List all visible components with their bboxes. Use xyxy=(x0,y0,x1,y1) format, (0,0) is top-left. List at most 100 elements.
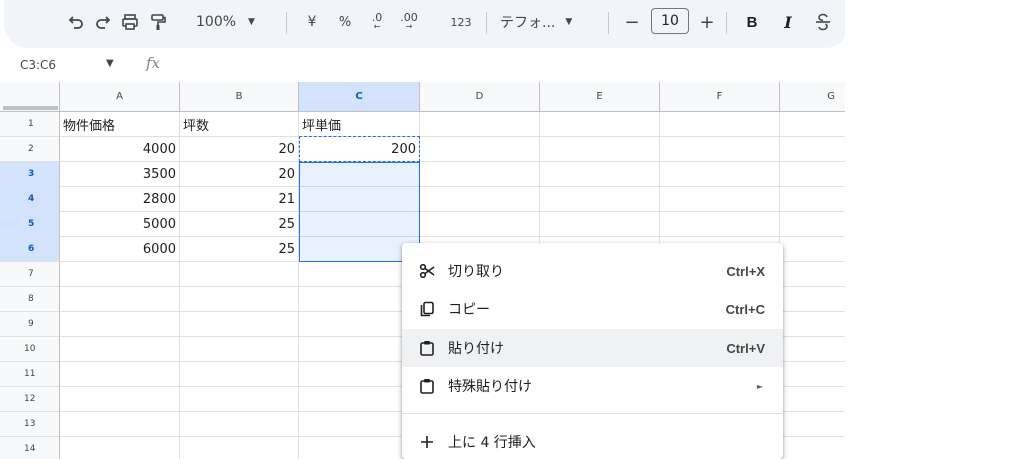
currency-format-button[interactable]: ¥ xyxy=(304,10,320,34)
cell-d5[interactable] xyxy=(420,212,540,237)
cell-a12[interactable] xyxy=(60,387,180,412)
row-header-3[interactable]: 3 xyxy=(0,162,60,187)
cell-b10[interactable] xyxy=(180,337,299,362)
select-all-corner[interactable] xyxy=(0,82,60,112)
cell-a8[interactable] xyxy=(60,287,180,312)
paint-format-button[interactable] xyxy=(146,10,170,34)
cell-c4[interactable] xyxy=(299,187,420,212)
cell-a7[interactable] xyxy=(60,262,180,287)
column-header-c[interactable]: C xyxy=(299,82,420,112)
cell-b9[interactable] xyxy=(180,312,299,337)
cell-g7[interactable] xyxy=(780,262,845,287)
column-header-b[interactable]: B xyxy=(180,82,299,112)
cell-g5[interactable] xyxy=(780,212,845,237)
cell-d1[interactable] xyxy=(420,112,540,137)
cell-g14[interactable] xyxy=(780,437,845,459)
cell-g2[interactable] xyxy=(780,137,845,162)
cell-e1[interactable] xyxy=(540,112,660,137)
row-header-2[interactable]: 2 xyxy=(0,137,60,162)
row-header-1[interactable]: 1 xyxy=(0,112,60,137)
row-header-10[interactable]: 10 xyxy=(0,337,60,362)
cell-a10[interactable] xyxy=(60,337,180,362)
cell-c1[interactable]: 坪単価 xyxy=(299,112,420,137)
column-header-d[interactable]: D xyxy=(420,82,540,112)
cell-a4[interactable]: 2800 xyxy=(60,187,180,212)
cell-g4[interactable] xyxy=(780,187,845,212)
name-box-dropdown-icon[interactable]: ▼ xyxy=(106,58,114,69)
undo-button[interactable] xyxy=(64,10,88,34)
cell-a6[interactable]: 6000 xyxy=(60,237,180,262)
cell-a11[interactable] xyxy=(60,362,180,387)
redo-button[interactable] xyxy=(91,10,115,34)
cell-a2[interactable]: 4000 xyxy=(60,137,180,162)
row-header-12[interactable]: 12 xyxy=(0,387,60,412)
cell-g9[interactable] xyxy=(780,312,845,337)
cell-a14[interactable] xyxy=(60,437,180,459)
column-header-g[interactable]: G xyxy=(780,82,845,112)
column-header-e[interactable]: E xyxy=(540,82,660,112)
cell-b13[interactable] xyxy=(180,412,299,437)
menu-item-cut[interactable]: 切り取り Ctrl+X xyxy=(402,252,783,290)
font-size-increase-button[interactable]: + xyxy=(697,10,717,34)
cell-a5[interactable]: 5000 xyxy=(60,212,180,237)
cell-f4[interactable] xyxy=(660,187,780,212)
cell-d2[interactable] xyxy=(420,137,540,162)
menu-item-paste-special[interactable]: 特殊貼り付け ► xyxy=(402,367,783,405)
row-header-9[interactable]: 9 xyxy=(0,312,60,337)
cell-g13[interactable] xyxy=(780,412,845,437)
cell-b14[interactable] xyxy=(180,437,299,459)
cell-g3[interactable] xyxy=(780,162,845,187)
cell-b8[interactable] xyxy=(180,287,299,312)
cell-b2[interactable]: 20 xyxy=(180,137,299,162)
bold-button[interactable]: B xyxy=(742,10,762,34)
column-header-a[interactable]: A xyxy=(60,82,180,112)
column-header-f[interactable]: F xyxy=(660,82,780,112)
row-header-11[interactable]: 11 xyxy=(0,362,60,387)
cell-b11[interactable] xyxy=(180,362,299,387)
font-size-decrease-button[interactable]: − xyxy=(622,10,642,34)
cell-b7[interactable] xyxy=(180,262,299,287)
cell-f2[interactable] xyxy=(660,137,780,162)
cell-c2[interactable]: 200 xyxy=(299,137,420,162)
zoom-select[interactable]: 100% ▼ xyxy=(196,10,276,34)
cell-b5[interactable]: 25 xyxy=(180,212,299,237)
cell-b12[interactable] xyxy=(180,387,299,412)
cell-g10[interactable] xyxy=(780,337,845,362)
menu-item-insert-rows-above[interactable]: 上に 4 行挿入 xyxy=(402,423,783,459)
font-family-select[interactable]: テフォ... ▼ xyxy=(500,10,590,34)
row-header-6[interactable]: 6 xyxy=(0,237,60,262)
cell-a13[interactable] xyxy=(60,412,180,437)
decrease-decimal-button[interactable]: .0 ← xyxy=(366,10,388,34)
cell-a9[interactable] xyxy=(60,312,180,337)
cell-g8[interactable] xyxy=(780,287,845,312)
cell-f5[interactable] xyxy=(660,212,780,237)
italic-button[interactable]: I xyxy=(778,10,798,34)
cell-f3[interactable] xyxy=(660,162,780,187)
font-size-input[interactable]: 10 xyxy=(651,8,689,34)
cell-b1[interactable]: 坪数 xyxy=(180,112,299,137)
percent-format-button[interactable]: % xyxy=(337,10,353,34)
row-header-5[interactable]: 5 xyxy=(0,212,60,237)
cell-e5[interactable] xyxy=(540,212,660,237)
print-button[interactable] xyxy=(118,10,142,34)
cell-b6[interactable]: 25 xyxy=(180,237,299,262)
cell-c5[interactable] xyxy=(299,212,420,237)
cell-a1[interactable]: 物件価格 xyxy=(60,112,180,137)
cell-g1[interactable] xyxy=(780,112,845,137)
cell-g11[interactable] xyxy=(780,362,845,387)
cell-e2[interactable] xyxy=(540,137,660,162)
menu-item-paste[interactable]: 貼り付け Ctrl+V xyxy=(402,329,783,367)
cell-b3[interactable]: 20 xyxy=(180,162,299,187)
more-formats-button[interactable]: 123 xyxy=(448,10,474,34)
row-header-8[interactable]: 8 xyxy=(0,287,60,312)
cell-d3[interactable] xyxy=(420,162,540,187)
name-box[interactable]: C3:C6 xyxy=(20,58,56,72)
cell-e3[interactable] xyxy=(540,162,660,187)
cell-c3[interactable] xyxy=(299,162,420,187)
row-header-14[interactable]: 14 xyxy=(0,437,60,459)
cell-e4[interactable] xyxy=(540,187,660,212)
row-header-7[interactable]: 7 xyxy=(0,262,60,287)
row-header-4[interactable]: 4 xyxy=(0,187,60,212)
cell-b4[interactable]: 21 xyxy=(180,187,299,212)
cell-g6[interactable] xyxy=(780,237,845,262)
